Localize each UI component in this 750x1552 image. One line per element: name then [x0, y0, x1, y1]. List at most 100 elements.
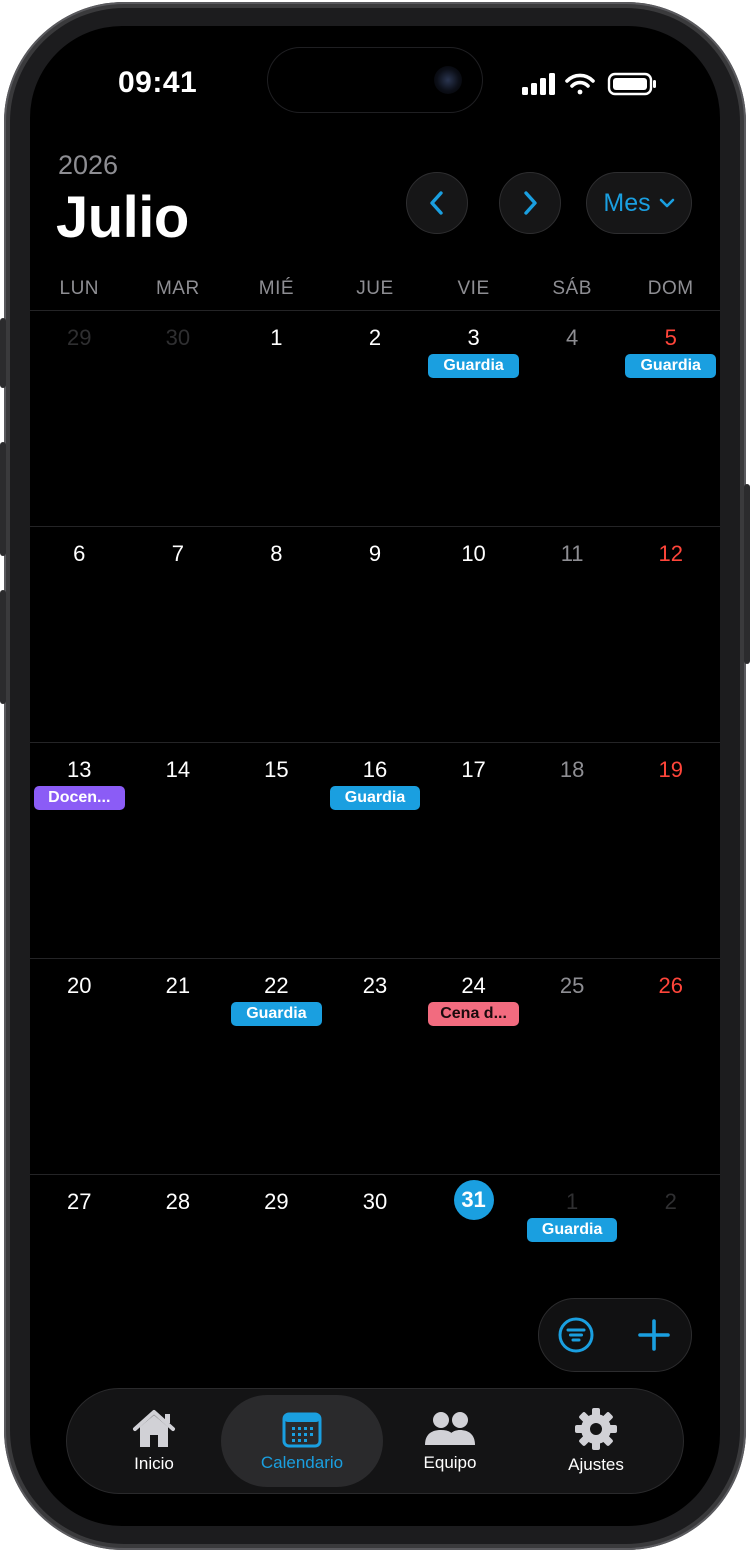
tab-label-ajustes: Ajustes [568, 1455, 624, 1474]
day-number: 14 [165, 757, 191, 782]
calendar-day-cell[interactable]: 26 [621, 959, 720, 1175]
header-year: 2026 [58, 150, 119, 180]
house-icon [133, 1410, 175, 1447]
calendar-day-cell[interactable]: 22 Guardia [227, 959, 326, 1175]
day-number: 7 [171, 541, 184, 566]
day-number: 12 [658, 541, 683, 566]
calendar-day-cell[interactable]: 27 [30, 1175, 129, 1391]
event-chip-guardia[interactable]: Guardia [428, 354, 519, 378]
calendar-day-cell[interactable]: 5 Guardia [621, 311, 720, 527]
day-number: 26 [658, 973, 683, 998]
calendar-day-cell[interactable]: 11 [523, 527, 622, 743]
calendar-week-row: 13 Docen... 14 15 16 Guardia 17 18 19 [30, 742, 720, 958]
tab-calendario[interactable]: Calendario [221, 1395, 383, 1487]
tab-label-calendario: Calendario [260, 1453, 344, 1472]
view-mode-button[interactable]: Mes [586, 172, 692, 234]
calendar-day-cell[interactable]: 28 [129, 1175, 228, 1391]
event-chip-docencia[interactable]: Docen... [34, 786, 125, 810]
people-icon [425, 1412, 475, 1445]
event-chip-cena[interactable]: Cena d... [428, 1002, 519, 1026]
chevron-right-icon [524, 191, 537, 215]
day-number: 4 [566, 325, 579, 350]
calendar-day-cell[interactable]: 29 [30, 311, 129, 527]
day-number: 15 [264, 757, 289, 782]
gear-icon [575, 1408, 617, 1450]
event-chip-guardia[interactable]: Guardia [231, 1002, 322, 1026]
day-number: 23 [362, 973, 388, 998]
day-number: 30 [362, 1189, 388, 1214]
power-button [744, 484, 750, 664]
floating-actions [538, 1298, 692, 1372]
calendar-day-cell[interactable]: 18 [523, 743, 622, 959]
weekday-sat: SÁB [552, 278, 592, 299]
today-day-number: 31 [453, 1180, 494, 1220]
tab-bar: Inicio Calendario Equipo Ajustes [66, 1388, 684, 1494]
wifi-icon [565, 73, 595, 95]
status-time: 09:41 [118, 66, 198, 99]
calendar-day-cell[interactable]: 23 [326, 959, 425, 1175]
day-number: 21 [165, 973, 191, 998]
calendar-day-cell[interactable]: 24 Cena d... [424, 959, 523, 1175]
calendar-day-cell[interactable]: 30 [129, 311, 228, 527]
tab-ajustes[interactable]: Ajustes [539, 1395, 653, 1487]
filter-icon [558, 1317, 594, 1353]
next-month-button[interactable] [499, 172, 561, 234]
day-number: 24 [461, 973, 486, 998]
calendar-day-cell[interactable]: 6 [30, 527, 129, 743]
day-number: 28 [165, 1189, 191, 1214]
day-number: 22 [264, 973, 289, 998]
dynamic-island [268, 48, 482, 112]
calendar-day-cell[interactable]: 29 [227, 1175, 326, 1391]
weekday-thu: JUE [356, 278, 394, 299]
calendar-week-row: 6 7 8 9 10 11 12 [30, 526, 720, 742]
signal-icon [522, 73, 555, 95]
calendar-day-cell[interactable]: 17 [424, 743, 523, 959]
calendar-day-cell[interactable]: 15 [227, 743, 326, 959]
calendar-day-cell[interactable]: 30 [326, 1175, 425, 1391]
day-number: 16 [362, 757, 388, 782]
calendar-day-cell[interactable]: 21 [129, 959, 228, 1175]
add-event-button[interactable] [617, 1299, 691, 1371]
day-number: 20 [67, 973, 92, 998]
calendar-day-cell[interactable]: 14 [129, 743, 228, 959]
filter-button[interactable] [539, 1299, 613, 1371]
weekday-sun: DOM [647, 278, 694, 299]
calendar-day-cell[interactable]: 12 [621, 527, 720, 743]
screen: 09:41 2026 Julio Mes LUN MAR MIÉ JUE VIE… [30, 26, 720, 1526]
calendar-day-cell[interactable]: 1 [227, 311, 326, 527]
day-number: 18 [559, 757, 585, 782]
tab-equipo[interactable]: Equipo [393, 1395, 507, 1487]
calendar-day-cell[interactable]: 7 [129, 527, 228, 743]
day-number: 9 [368, 541, 382, 566]
calendar-day-cell[interactable]: 9 [326, 527, 425, 743]
day-number: 2 [368, 325, 382, 350]
calendar-icon [282, 1412, 322, 1448]
event-chip-guardia[interactable]: Guardia [526, 1218, 618, 1242]
event-chip-guardia[interactable]: Guardia [329, 786, 421, 810]
day-number: 1 [566, 1189, 579, 1214]
calendar-day-cell[interactable]: 4 [523, 311, 622, 527]
calendar-day-cell[interactable]: 13 Docen... [30, 743, 129, 959]
calendar-day-cell[interactable]: 16 Guardia [326, 743, 425, 959]
calendar-day-cell[interactable]: 20 [30, 959, 129, 1175]
calendar-day-cell[interactable]: 19 [621, 743, 720, 959]
volume-up-button [0, 442, 6, 556]
day-number: 3 [467, 325, 480, 350]
calendar-day-cell[interactable]: 8 [227, 527, 326, 743]
calendar-day-cell[interactable]: 2 [326, 311, 425, 527]
calendar-day-cell[interactable]: 3 Guardia [424, 311, 523, 527]
view-mode-label: Mes [603, 188, 651, 217]
event-chip-guardia[interactable]: Guardia [625, 354, 716, 378]
tab-inicio[interactable]: Inicio [97, 1395, 211, 1487]
battery-icon [607, 72, 656, 96]
tab-label-inicio: Inicio [134, 1454, 174, 1473]
calendar-day-cell[interactable]: 10 [424, 527, 523, 743]
weekday-wed: MIÉ [258, 278, 295, 299]
calendar-day-cell[interactable]: 31 [424, 1175, 523, 1391]
calendar-day-cell[interactable]: 25 [523, 959, 622, 1175]
prev-month-button[interactable] [406, 172, 468, 234]
calendar-week-row: 20 21 22 Guardia 23 24 Cena d... 25 26 [30, 958, 720, 1174]
header-month: Julio [56, 185, 189, 250]
day-number: 6 [73, 541, 86, 566]
camera-icon [434, 66, 462, 94]
